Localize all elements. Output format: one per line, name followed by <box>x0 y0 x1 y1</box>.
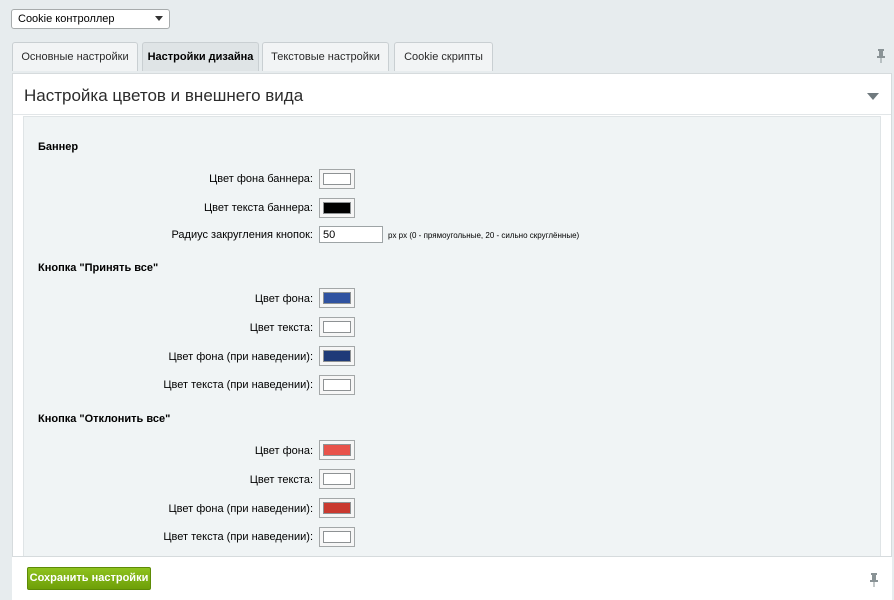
module-select[interactable]: Cookie контроллер <box>11 9 170 29</box>
color-fill <box>323 531 351 543</box>
section-title-banner: Баннер <box>38 141 79 153</box>
accept-text-color-picker[interactable] <box>319 317 355 337</box>
color-fill <box>323 202 351 214</box>
banner-text-label: Цвет текста баннера: <box>204 202 313 214</box>
banner-bg-color-picker[interactable] <box>319 169 355 189</box>
color-fill <box>323 173 351 185</box>
tab-design-settings[interactable]: Настройки дизайна <box>142 42 259 71</box>
radius-hint: px px (0 - прямоугольные, 20 - сильно ск… <box>388 231 580 240</box>
color-fill <box>323 379 351 391</box>
tab-label: Текстовые настройки <box>271 51 380 63</box>
color-fill <box>323 444 351 456</box>
accept-bg-color-picker[interactable] <box>319 288 355 308</box>
divider <box>13 114 891 115</box>
panel-title: Настройка цветов и внешнего вида <box>24 86 304 105</box>
reject-hover-text-color-picker[interactable] <box>319 527 355 547</box>
color-fill <box>323 321 351 333</box>
pin-icon[interactable] <box>876 49 886 63</box>
chevron-down-icon <box>155 16 163 21</box>
module-select-value: Cookie контроллер <box>18 13 115 25</box>
reject-bg-label: Цвет фона: <box>254 445 313 457</box>
accept-bg-label: Цвет фона: <box>254 293 313 305</box>
footer-bar: Сохранить настройки <box>12 556 892 600</box>
save-settings-label: Сохранить настройки <box>29 572 149 584</box>
tab-main-settings[interactable]: Основные настройки <box>12 42 138 71</box>
radius-input[interactable] <box>319 226 383 243</box>
tab-text-settings[interactable]: Текстовые настройки <box>262 42 389 71</box>
settings-form: Баннер Цвет фона баннера: Цвет текста ба… <box>23 116 881 562</box>
tab-label: Cookie скрипты <box>404 51 483 63</box>
reject-hover-bg-color-picker[interactable] <box>319 498 355 518</box>
reject-bg-color-picker[interactable] <box>319 440 355 460</box>
accept-hover-text-label: Цвет текста (при наведении): <box>163 379 313 391</box>
radius-label: Радиус закругления кнопок: <box>171 229 313 241</box>
accept-hover-text-color-picker[interactable] <box>319 375 355 395</box>
reject-hover-text-label: Цвет текста (при наведении): <box>163 531 313 543</box>
accept-hover-bg-color-picker[interactable] <box>319 346 355 366</box>
accept-text-label: Цвет текста: <box>249 322 313 334</box>
section-title-accept: Кнопка "Принять все" <box>38 262 159 274</box>
tab-label: Настройки дизайна <box>147 51 254 63</box>
pin-icon[interactable] <box>869 573 879 587</box>
save-settings-button[interactable]: Сохранить настройки <box>27 567 151 590</box>
reject-text-color-picker[interactable] <box>319 469 355 489</box>
color-fill <box>323 292 351 304</box>
reject-text-label: Цвет текста: <box>249 474 313 486</box>
banner-bg-label: Цвет фона баннера: <box>209 173 313 185</box>
tab-label: Основные настройки <box>21 51 129 63</box>
section-title-reject: Кнопка "Отклонить все" <box>38 413 171 425</box>
color-fill <box>323 502 351 514</box>
color-fill <box>323 473 351 485</box>
reject-hover-bg-label: Цвет фона (при наведении): <box>168 503 313 515</box>
accept-hover-bg-label: Цвет фона (при наведении): <box>168 351 313 363</box>
tab-cookie-scripts[interactable]: Cookie скрипты <box>394 42 493 71</box>
design-settings-panel: Настройка цветов и внешнего вида Баннер … <box>12 73 892 563</box>
banner-text-color-picker[interactable] <box>319 198 355 218</box>
color-fill <box>323 350 351 362</box>
chevron-down-icon[interactable] <box>867 93 879 100</box>
